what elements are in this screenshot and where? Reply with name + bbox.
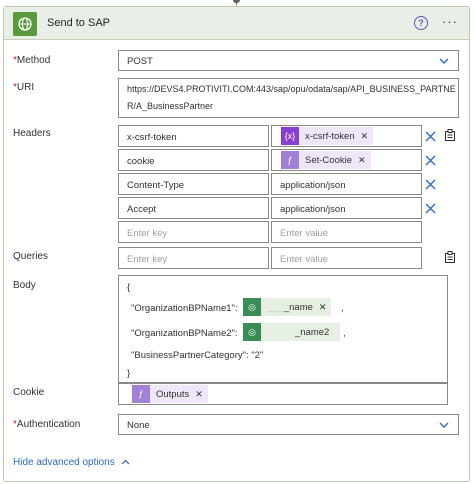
header-key-input[interactable]: Accept [118,197,269,219]
http-action-card: Send to SAP ? ··· *Method POST *URI http… [3,6,470,482]
remove-token-icon[interactable]: ✕ [355,131,374,142]
dynamic-content-token[interactable]: ◎ _name2 [243,323,341,341]
delete-row-icon[interactable] [425,155,436,166]
hide-advanced-options-link[interactable]: Hide advanced options [13,457,115,468]
body-input[interactable]: { "OrganizationBPName1": ◎ ___ _name ✕ ,… [118,275,448,383]
header-key-input[interactable]: x-csrf-token [118,125,269,147]
authentication-label: *Authentication [13,419,81,430]
dynamic-content-token[interactable]: ◎ ___ _name ✕ [243,298,332,316]
cookie-input[interactable]: ƒ Outputs ✕ [118,383,448,405]
header-value-input[interactable]: {x} x-csrf-token ✕ [271,125,422,147]
more-options-icon[interactable]: ··· [442,14,458,29]
body-category-line: "BusinessPartnerCategory": "2" [131,350,264,361]
chevron-down-icon [439,422,449,428]
dynamic-content-token[interactable]: ƒ Set-Cookie ✕ [281,151,371,169]
body-key-name2: "OrganizationBPName2": [131,328,238,339]
cookie-label: Cookie [13,387,45,398]
action-title[interactable]: Send to SAP [47,17,110,29]
uri-input[interactable]: https://DEVS4.PROTIVITI.COM:443/sap/opu/… [118,78,459,118]
authentication-dropdown[interactable]: None [118,414,459,435]
action-header[interactable]: Send to SAP ? ··· [4,7,469,40]
query-key-input[interactable]: Enter key [118,247,269,269]
method-dropdown[interactable]: POST [118,50,459,71]
headers-label: Headers [13,128,51,139]
variable-icon: {x} [281,127,299,145]
authentication-value: None [127,420,150,431]
query-value-input[interactable]: Enter value [271,247,422,269]
switch-to-text-mode-icon[interactable] [444,251,456,263]
method-label: *Method [13,55,51,66]
dynamic-value-icon: ◎ [243,323,261,341]
body-key-name1: "OrganizationBPName1": [131,303,238,314]
delete-row-icon[interactable] [425,203,436,214]
http-globe-icon [13,12,37,36]
help-icon[interactable]: ? [414,16,428,30]
delete-row-icon[interactable] [425,179,436,190]
flow-connector-dot [233,0,240,3]
uri-line-2: R/A_BusinessPartner [127,101,214,111]
method-value: POST [127,56,153,67]
delete-row-icon[interactable] [425,131,436,142]
header-key-input[interactable]: cookie [118,149,269,171]
header-value-input[interactable]: ƒ Set-Cookie ✕ [271,149,422,171]
header-value-input[interactable]: application/json [271,197,422,219]
remove-token-icon[interactable]: ✕ [189,389,208,400]
body-label: Body [13,280,36,291]
header-key-input[interactable]: Enter key [118,221,269,243]
dynamic-content-token[interactable]: {x} x-csrf-token ✕ [281,127,374,145]
dynamic-content-token[interactable]: ƒ Outputs ✕ [132,385,208,403]
chevron-down-icon [439,58,449,64]
remove-token-icon[interactable]: ✕ [352,155,371,166]
uri-line-1: https://DEVS4.PROTIVITI.COM:443/sap/opu/… [127,84,456,94]
remove-token-icon[interactable]: ✕ [313,302,332,313]
header-key-input[interactable]: Content-Type [118,173,269,195]
queries-label: Queries [13,251,49,262]
expression-icon: ƒ [281,151,299,169]
header-value-input[interactable]: Enter value [271,221,422,243]
chevron-up-icon[interactable] [121,458,130,467]
header-value-input[interactable]: application/json [271,173,422,195]
switch-to-text-mode-icon[interactable] [444,129,456,141]
uri-label: *URI [13,82,35,93]
expression-icon: ƒ [132,385,150,403]
dynamic-value-icon: ◎ [243,298,261,316]
